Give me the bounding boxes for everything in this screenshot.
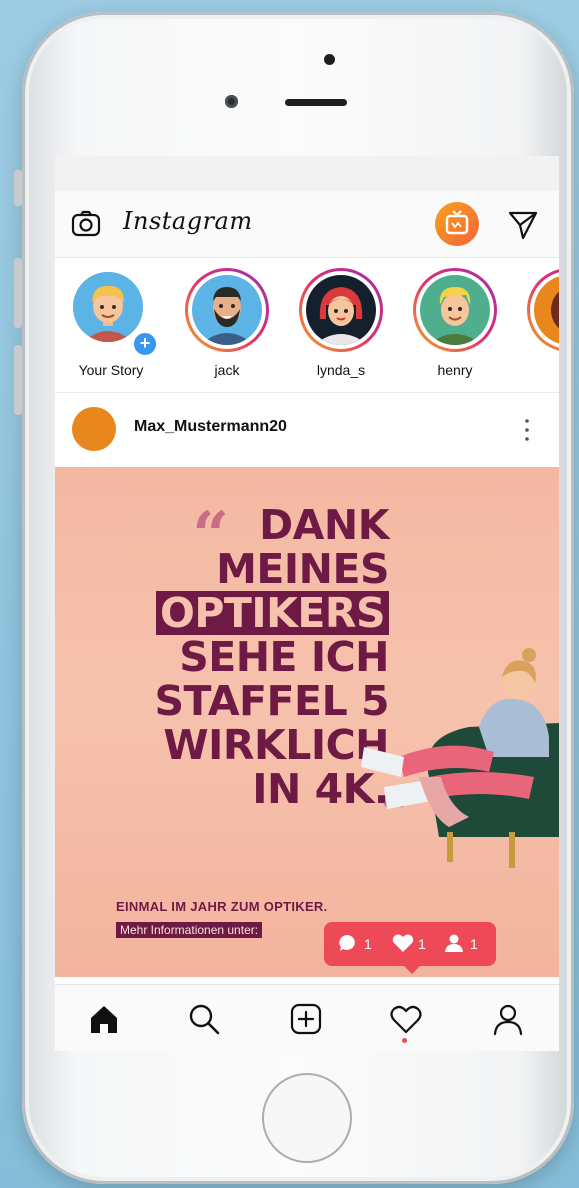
app-logo: Instagram bbox=[123, 207, 253, 235]
ad-headline: DANK MEINES OPTIKERS SEHE ICH STAFFEL 5 … bbox=[155, 503, 390, 811]
notification-pointer bbox=[404, 966, 420, 974]
comment-icon bbox=[339, 934, 355, 951]
follow-count: 1 bbox=[470, 936, 478, 952]
story-ring bbox=[413, 268, 497, 352]
post-username[interactable]: Max_Mustermann20 bbox=[134, 418, 287, 436]
ad-headline-line: WIRKLICH bbox=[163, 721, 389, 769]
ad-tagline: EINMAL IM JAHR ZUM OPTIKER. bbox=[116, 899, 328, 914]
story-jack[interactable]: jack bbox=[181, 268, 273, 388]
more-icon[interactable] bbox=[519, 413, 535, 447]
activity-indicator-dot bbox=[402, 1038, 407, 1043]
status-bar bbox=[55, 156, 559, 191]
activity-heart-icon[interactable] bbox=[389, 1002, 423, 1036]
bottom-tab-bar bbox=[55, 984, 559, 1051]
ad-headline-line: IN 4K. bbox=[252, 765, 389, 813]
avatar bbox=[534, 275, 559, 345]
story-partial[interactable] bbox=[523, 268, 559, 388]
phone-sensor bbox=[324, 54, 335, 65]
story-label: Your Story bbox=[78, 362, 144, 378]
post-header: Max_Mustermann20 bbox=[55, 393, 559, 467]
earpiece-speaker bbox=[285, 99, 347, 106]
search-icon[interactable] bbox=[187, 1002, 221, 1036]
igtv-icon[interactable] bbox=[435, 202, 479, 246]
volume-up-button bbox=[14, 258, 22, 328]
volume-down-button bbox=[14, 345, 22, 415]
avatar bbox=[73, 272, 143, 342]
home-button[interactable] bbox=[262, 1073, 352, 1163]
follower-icon bbox=[445, 934, 463, 952]
heart-icon bbox=[392, 934, 414, 952]
stories-tray: + Your Story jack lynda_s henry bbox=[55, 258, 559, 393]
camera-icon[interactable] bbox=[71, 209, 101, 239]
top-bar: Instagram bbox=[55, 191, 559, 258]
profile-icon[interactable] bbox=[491, 1002, 525, 1036]
story-lynda-s[interactable]: lynda_s bbox=[295, 268, 387, 388]
ad-info-link[interactable]: Mehr Informationen unter: bbox=[116, 922, 263, 938]
story-ring bbox=[527, 268, 559, 352]
ad-headline-line: STAFFEL 5 bbox=[154, 677, 390, 725]
phone-screen: Instagram + Your Story jack lynda_s henr… bbox=[55, 156, 559, 1051]
post-image[interactable]: “ DANK MEINES OPTIKERS SEHE ICH STAFFEL … bbox=[55, 467, 559, 977]
story-your-story[interactable]: + Your Story bbox=[65, 268, 158, 388]
ad-headline-line: DANK bbox=[259, 501, 389, 549]
ad-headline-line: SEHE ICH bbox=[179, 633, 389, 681]
home-icon[interactable] bbox=[87, 1002, 121, 1036]
activity-notification-badge[interactable]: 1 1 1 bbox=[324, 922, 496, 974]
direct-message-icon[interactable] bbox=[507, 209, 539, 241]
story-henry[interactable]: henry bbox=[409, 268, 501, 388]
story-label: lynda_s bbox=[316, 362, 366, 378]
avatar bbox=[306, 275, 376, 345]
avatar bbox=[420, 275, 490, 345]
story-ring bbox=[185, 268, 269, 352]
new-post-icon[interactable] bbox=[289, 1002, 323, 1036]
story-label: henry bbox=[437, 362, 473, 378]
story-ring bbox=[299, 268, 383, 352]
ad-person-illustration bbox=[361, 648, 559, 868]
like-count: 1 bbox=[418, 936, 426, 952]
ad-headline-highlight: OPTIKERS bbox=[155, 591, 389, 635]
post-avatar[interactable] bbox=[72, 407, 116, 451]
ad-headline-line: MEINES bbox=[216, 545, 389, 593]
comment-count: 1 bbox=[364, 936, 372, 952]
mute-switch bbox=[14, 170, 22, 206]
front-camera bbox=[225, 95, 238, 108]
avatar bbox=[192, 275, 262, 345]
add-story-icon[interactable]: + bbox=[132, 331, 158, 357]
story-label: jack bbox=[214, 362, 240, 378]
